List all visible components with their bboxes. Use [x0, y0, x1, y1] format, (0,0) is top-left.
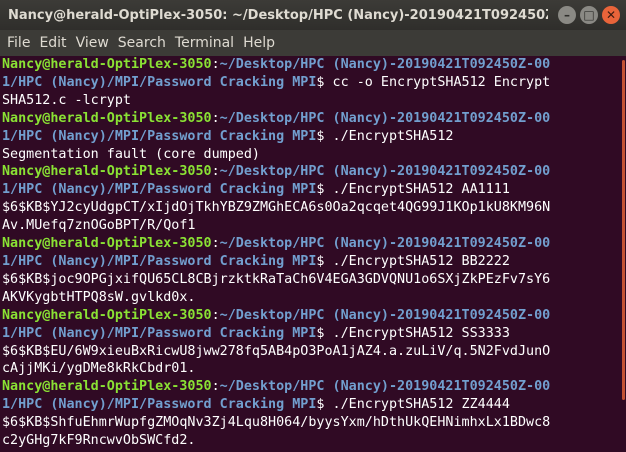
- menu-view[interactable]: View: [73, 35, 115, 51]
- output-line: AKVKygbtHTPQ8sW.gvlkd0x.: [2, 289, 622, 307]
- scrollbar-thumb[interactable]: [622, 60, 625, 400]
- prompt-line: 1/HPC (Nancy)/MPI/Password Cracking MPI$…: [2, 396, 622, 414]
- prompt-separator: :: [211, 379, 220, 395]
- prompt-line: Nancy@herald-OptiPlex-3050:~/Desktop/HPC…: [2, 235, 622, 253]
- prompt-user: Nancy@herald-OptiPlex-3050: [2, 379, 212, 395]
- menu-bar: File Edit View Search Terminal Help: [0, 30, 626, 56]
- output-line: SHA512.c -lcrypt: [2, 92, 622, 110]
- command-text: $ ./EncryptSHA512: [316, 128, 454, 144]
- terminal-window: Nancy@herald-OptiPlex-3050: ~/Desktop/HP…: [0, 0, 626, 452]
- prompt-path: ~/Desktop/HPC (Nancy)-20190421T092450Z-0…: [219, 110, 551, 126]
- prompt-user: Nancy@herald-OptiPlex-3050: [2, 236, 212, 252]
- prompt-separator: :: [211, 164, 220, 180]
- output-text: Av.MUefq7znOGoBPT/R/Qof1: [2, 218, 196, 234]
- prompt-separator: :: [211, 110, 220, 126]
- output-text: Segmentation fault (core dumped): [2, 146, 260, 162]
- title-bar[interactable]: Nancy@herald-OptiPlex-3050: ~/Desktop/HP…: [0, 0, 626, 30]
- output-line: cAjjMKi/ygDMe8kRkCbdr01.: [2, 360, 622, 378]
- prompt-path: 1/HPC (Nancy)/MPI/Password Cracking MPI: [2, 253, 317, 269]
- output-line: $6$KB$EU/6W9xieuBxRicwU8jww278fq5AB4pO3P…: [2, 343, 622, 361]
- output-text: SHA512.c -lcrypt: [2, 92, 131, 108]
- output-line: Segmentation fault (core dumped): [2, 146, 622, 164]
- prompt-path: ~/Desktop/HPC (Nancy)-20190421T092450Z-0…: [219, 164, 551, 180]
- output-text: $6$KB$joc9OPGjxifQU65CL8CBjrzktkRaTaCh6V…: [2, 271, 551, 287]
- prompt-line: 1/HPC (Nancy)/MPI/Password Cracking MPI$…: [2, 74, 622, 92]
- prompt-user: Nancy@herald-OptiPlex-3050: [2, 164, 212, 180]
- prompt-line: Nancy@herald-OptiPlex-3050:~/Desktop/HPC…: [2, 378, 622, 396]
- prompt-path: 1/HPC (Nancy)/MPI/Password Cracking MPI: [2, 74, 317, 90]
- output-line: $6$KB$ShfuEhmrWupfgZMOqNv3Zj4Lqu8H064/by…: [2, 414, 622, 432]
- prompt-path: ~/Desktop/HPC (Nancy)-20190421T092450Z-0…: [219, 379, 551, 395]
- output-text: AKVKygbtHTPQ8sW.gvlkd0x.: [2, 289, 196, 305]
- prompt-user: Nancy@herald-OptiPlex-3050: [2, 307, 212, 323]
- prompt-path: ~/Desktop/HPC (Nancy)-20190421T092450Z-0…: [219, 57, 551, 72]
- prompt-separator: :: [211, 236, 220, 252]
- prompt-user: Nancy@herald-OptiPlex-3050: [2, 110, 212, 126]
- output-line: Av.MUefq7znOGoBPT/R/Qof1: [2, 217, 622, 235]
- output-line: $6$KB$YJ2cyUdgpCT/xIjdOjTkhYBZ9ZMGhECA6s…: [2, 199, 622, 217]
- prompt-line: 1/HPC (Nancy)/MPI/Password Cracking MPI$…: [2, 325, 622, 343]
- prompt-line: Nancy@herald-OptiPlex-3050:~/Desktop/HPC…: [2, 163, 622, 181]
- command-text: $ cc -o EncryptSHA512 Encrypt: [316, 74, 551, 90]
- output-line: $6$KB$joc9OPGjxifQU65CL8CBjrzktkRaTaCh6V…: [2, 271, 622, 289]
- prompt-separator: :: [211, 307, 220, 323]
- output-text: $6$KB$ShfuEhmrWupfgZMOqNv3Zj4Lqu8H064/by…: [2, 415, 551, 431]
- menu-edit[interactable]: Edit: [36, 35, 72, 51]
- prompt-separator: :: [211, 57, 220, 72]
- command-text: $ ./EncryptSHA512 SS3333: [316, 325, 510, 341]
- window-controls: – □ ✕: [558, 6, 620, 24]
- prompt-line: Nancy@herald-OptiPlex-3050:~/Desktop/HPC…: [2, 56, 622, 74]
- maximize-button[interactable]: □: [580, 6, 598, 24]
- command-text: $ ./EncryptSHA512 ZZ4444: [316, 397, 510, 413]
- command-text: $ ./EncryptSHA512 AA1111: [316, 182, 510, 198]
- window-title: Nancy@herald-OptiPlex-3050: ~/Desktop/HP…: [8, 7, 548, 23]
- menu-help[interactable]: Help: [240, 35, 281, 51]
- minimize-button[interactable]: –: [558, 6, 576, 24]
- menu-file[interactable]: File: [4, 35, 36, 51]
- prompt-path: 1/HPC (Nancy)/MPI/Password Cracking MPI: [2, 325, 317, 341]
- prompt-line: 1/HPC (Nancy)/MPI/Password Cracking MPI$…: [2, 181, 622, 199]
- output-text: c2yGHg7kF9RncwvObSWCfd2.: [2, 433, 196, 449]
- prompt-line: Nancy@herald-OptiPlex-3050:~/Desktop/HPC…: [2, 307, 622, 325]
- prompt-path: 1/HPC (Nancy)/MPI/Password Cracking MPI: [2, 182, 317, 198]
- command-text: $ ./EncryptSHA512 BB2222: [316, 253, 510, 269]
- menu-terminal[interactable]: Terminal: [172, 35, 240, 51]
- prompt-user: Nancy@herald-OptiPlex-3050: [2, 57, 212, 72]
- output-text: $6$KB$EU/6W9xieuBxRicwU8jww278fq5AB4pO3P…: [2, 343, 551, 359]
- prompt-path: ~/Desktop/HPC (Nancy)-20190421T092450Z-0…: [219, 307, 551, 323]
- prompt-line: 1/HPC (Nancy)/MPI/Password Cracking MPI$…: [2, 128, 622, 146]
- prompt-path: ~/Desktop/HPC (Nancy)-20190421T092450Z-0…: [219, 236, 551, 252]
- terminal-output[interactable]: Nancy@herald-OptiPlex-3050:~/Desktop/HPC…: [0, 56, 622, 452]
- output-line: c2yGHg7kF9RncwvObSWCfd2.: [2, 432, 622, 450]
- menu-search[interactable]: Search: [115, 35, 172, 51]
- prompt-path: 1/HPC (Nancy)/MPI/Password Cracking MPI: [2, 397, 317, 413]
- prompt-line: Nancy@herald-OptiPlex-3050:~/Desktop/HPC…: [2, 110, 622, 128]
- output-text: cAjjMKi/ygDMe8kRkCbdr01.: [2, 361, 196, 377]
- close-button[interactable]: ✕: [602, 6, 620, 24]
- prompt-line: 1/HPC (Nancy)/MPI/Password Cracking MPI$…: [2, 253, 622, 271]
- output-text: $6$KB$YJ2cyUdgpCT/xIjdOjTkhYBZ9ZMGhECA6s…: [2, 200, 551, 216]
- prompt-path: 1/HPC (Nancy)/MPI/Password Cracking MPI: [2, 128, 317, 144]
